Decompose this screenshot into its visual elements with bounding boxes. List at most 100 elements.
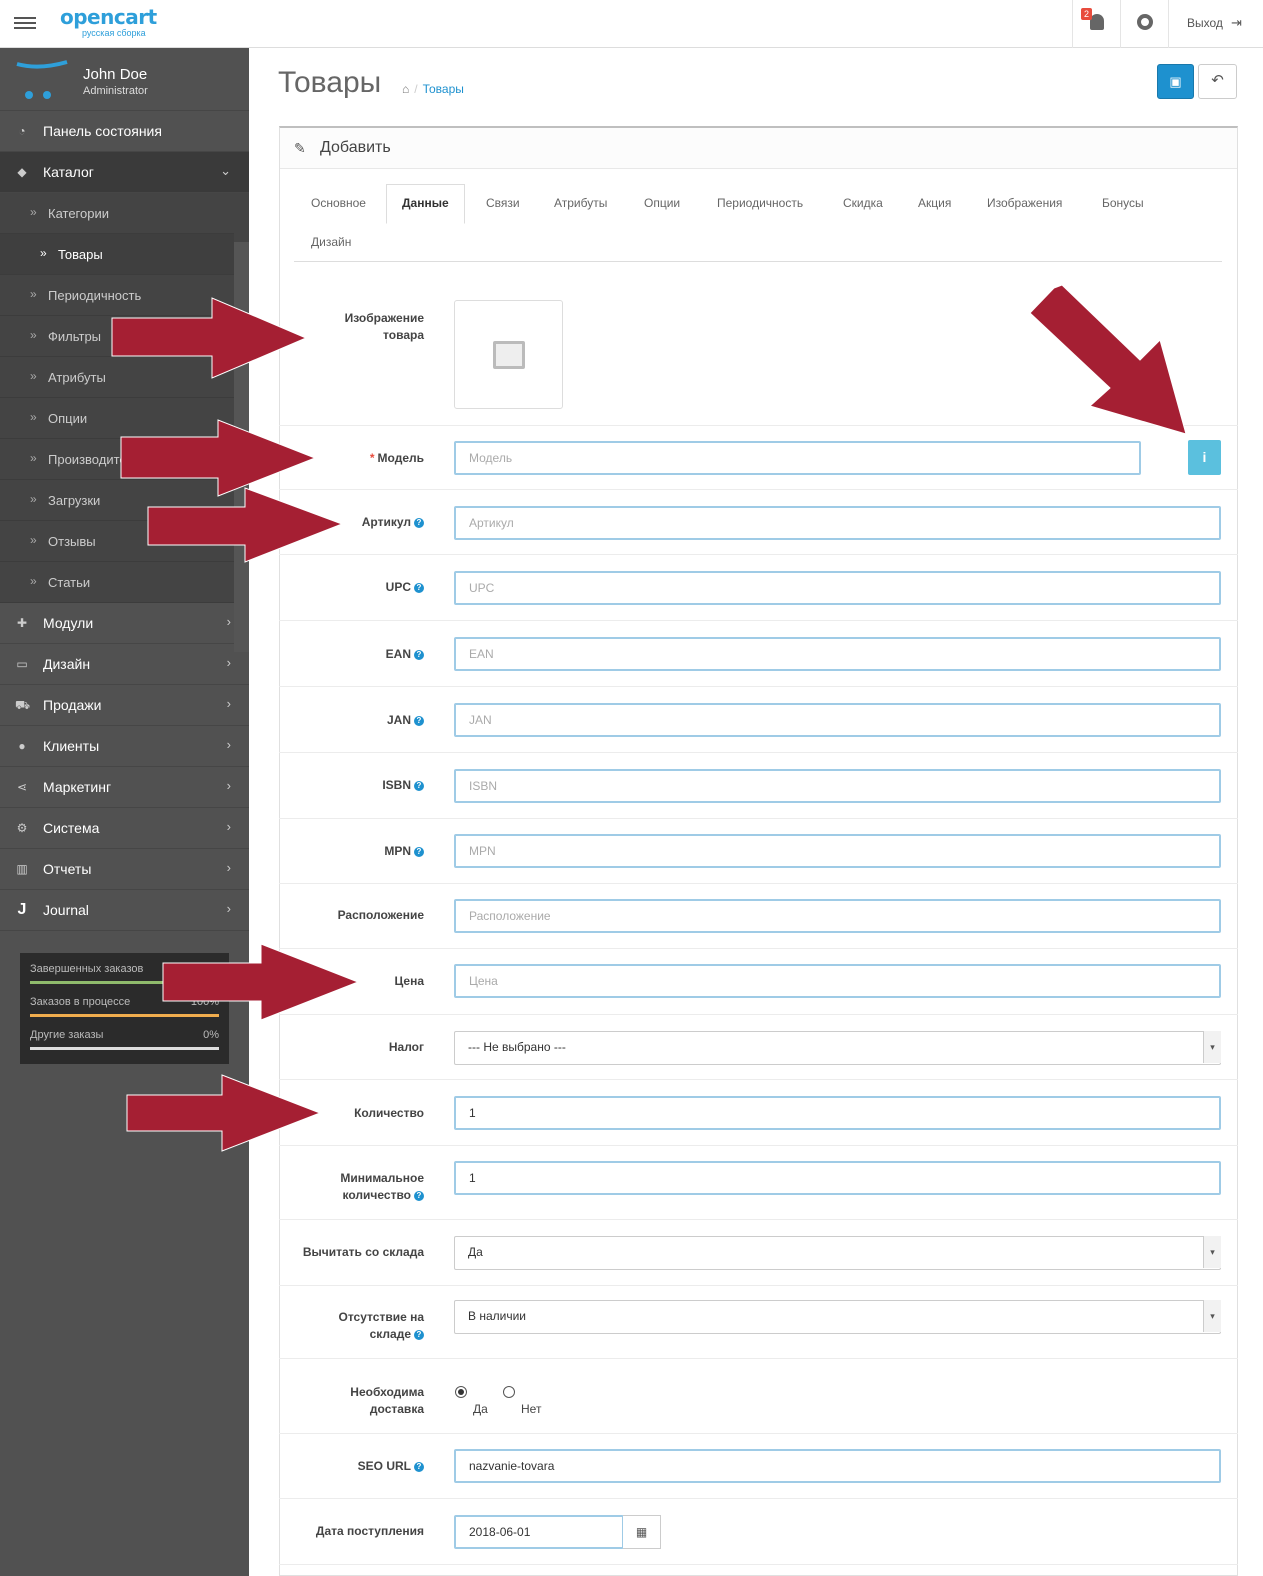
upc-label: UPC? (386, 579, 424, 596)
row-sku: Артикул? Артикул (279, 490, 1238, 555)
price-input[interactable]: Цена (454, 964, 1221, 998)
tab-links[interactable]: Связи (486, 196, 520, 210)
date-input[interactable]: 2018-06-01 (454, 1515, 624, 1549)
double-chevron-icon: » (30, 328, 37, 342)
stat-other: Другие заказы 0% (30, 1029, 219, 1062)
question-icon[interactable]: ? (414, 650, 424, 660)
tab-attributes[interactable]: Атрибуты (554, 196, 607, 210)
tab-special[interactable]: Акция (918, 196, 951, 210)
question-icon[interactable]: ? (414, 1191, 424, 1201)
save-button[interactable]: ▣ (1157, 64, 1194, 99)
double-chevron-icon: » (30, 410, 37, 424)
chevron-right-icon: › (226, 860, 231, 875)
calendar-icon: ▦ (635, 1525, 648, 1539)
row-jan: JAN? JAN (279, 687, 1238, 753)
question-icon[interactable]: ? (414, 583, 424, 593)
seo-url-input[interactable]: nazvanie-tovara (454, 1449, 1221, 1483)
upc-input[interactable]: UPC (454, 571, 1221, 605)
min-quantity-input[interactable]: 1 (454, 1161, 1221, 1195)
nav-catalog[interactable]: ◆ Каталог ⌄ (0, 152, 249, 193)
stock-status-select[interactable]: В наличии ▾ (454, 1300, 1221, 1334)
tax-select[interactable]: --- Не выбрано --- ▾ (454, 1031, 1221, 1065)
tab-options[interactable]: Опции (644, 196, 680, 210)
home-icon[interactable]: ⌂ (402, 82, 409, 96)
nav-dashboard[interactable]: ◔ Панель состояния (0, 111, 249, 152)
chevron-right-icon: › (226, 655, 231, 670)
jan-label: JAN? (387, 712, 424, 729)
calendar-button[interactable]: ▦ (623, 1515, 661, 1549)
tab-recurring[interactable]: Периодичность (717, 196, 803, 210)
sub-item-filters[interactable]: » Фильтры (0, 316, 234, 357)
help-button[interactable] (1120, 0, 1168, 48)
stat-label: Завершенных заказов (30, 963, 144, 975)
tab-discount[interactable]: Скидка (843, 196, 883, 210)
row-subtract: Вычитать со склада Да ▾ (279, 1220, 1238, 1286)
chevron-right-icon: › (226, 819, 231, 834)
question-icon[interactable]: ? (414, 847, 424, 857)
question-icon[interactable]: ? (414, 518, 424, 528)
image-label: Изображение товара (344, 311, 424, 342)
menu-toggle-icon[interactable] (14, 14, 36, 34)
location-input[interactable]: Расположение (454, 899, 1221, 933)
jan-input[interactable]: JAN (454, 703, 1221, 737)
nav-design[interactable]: ▭ Дизайн › (0, 644, 249, 685)
tab-data[interactable]: Данные (386, 184, 465, 224)
tab-general[interactable]: Основное (311, 196, 366, 210)
notifications-badge: 2 (1081, 8, 1093, 20)
price-label: Цена (394, 974, 424, 988)
panel-title: Добавить (320, 139, 391, 156)
notifications-button[interactable]: 2 (1072, 0, 1120, 48)
shipping-yes-radio[interactable] (455, 1386, 467, 1398)
subtract-select[interactable]: Да ▾ (454, 1236, 1221, 1270)
back-button[interactable]: ↶ (1198, 64, 1237, 99)
shipping-no-label: Нет (521, 1402, 542, 1416)
question-icon[interactable]: ? (414, 716, 424, 726)
tab-images[interactable]: Изображения (987, 196, 1062, 210)
breadcrumb-products-link[interactable]: Товары (423, 82, 464, 96)
isbn-input[interactable]: ISBN (454, 769, 1221, 803)
submenu-scrollbar[interactable] (234, 242, 249, 652)
user-profile[interactable]: John Doe Administrator (0, 48, 249, 111)
sub-item-attributes[interactable]: » Атрибуты (0, 357, 234, 398)
sub-item-articles[interactable]: » Статьи (0, 562, 234, 603)
product-image-thumb[interactable] (454, 300, 563, 409)
sub-item-reviews[interactable]: » Отзывы (0, 521, 234, 562)
question-icon[interactable]: ? (414, 1462, 424, 1472)
opencart-logo[interactable]: opencart русская сборка (60, 6, 157, 38)
sku-label: Артикул? (362, 514, 424, 531)
sub-item-categories[interactable]: » Категории (0, 193, 234, 234)
chevron-down-icon: ⌄ (220, 163, 231, 178)
nav-customers[interactable]: ● Клиенты › (0, 726, 249, 767)
nav-reports[interactable]: ▥ Отчеты › (0, 849, 249, 890)
question-icon[interactable]: ? (414, 1330, 424, 1340)
min-qty-label-line1: Минимальное (340, 1171, 424, 1185)
sku-input[interactable]: Артикул (454, 506, 1221, 540)
nav-modules[interactable]: ✚ Модули › (0, 603, 249, 644)
sub-item-recurring[interactable]: » Периодичность (0, 275, 234, 316)
mpn-input[interactable]: MPN (454, 834, 1221, 868)
nav-label: Модули (43, 615, 94, 631)
row-mpn: MPN? MPN (279, 819, 1238, 884)
nav-sales[interactable]: ⛟ Продажи › (0, 685, 249, 726)
shipping-no-radio[interactable] (503, 1386, 515, 1398)
nav-marketing[interactable]: ⋖ Маркетинг › (0, 767, 249, 808)
ean-input[interactable]: EAN (454, 637, 1221, 671)
tab-reward[interactable]: Бонусы (1102, 196, 1144, 210)
tab-design[interactable]: Дизайн (311, 235, 351, 249)
sub-item-downloads[interactable]: » Загрузки (0, 480, 234, 521)
nav-system[interactable]: ⚙ Система › (0, 808, 249, 849)
logout-button[interactable]: Выход ⇥ (1168, 0, 1263, 48)
sub-item-options[interactable]: » Опции (0, 398, 234, 439)
mpn-label: MPN? (384, 843, 424, 860)
sub-item-manufacturers[interactable]: » Производители (0, 439, 234, 480)
info-button[interactable]: i (1188, 440, 1221, 475)
quantity-input[interactable]: 1 (454, 1096, 1221, 1130)
sub-item-products[interactable]: » Товары (0, 234, 234, 275)
model-input[interactable]: Модель (454, 441, 1141, 475)
row-min-quantity: Минимальное количество? 1 (279, 1146, 1238, 1220)
question-icon[interactable]: ? (414, 781, 424, 791)
jan-label-text: JAN (386, 713, 411, 727)
double-chevron-icon: » (30, 451, 37, 465)
nav-journal[interactable]: J Journal › (0, 890, 249, 931)
subtract-label: Вычитать со склада (302, 1245, 424, 1259)
